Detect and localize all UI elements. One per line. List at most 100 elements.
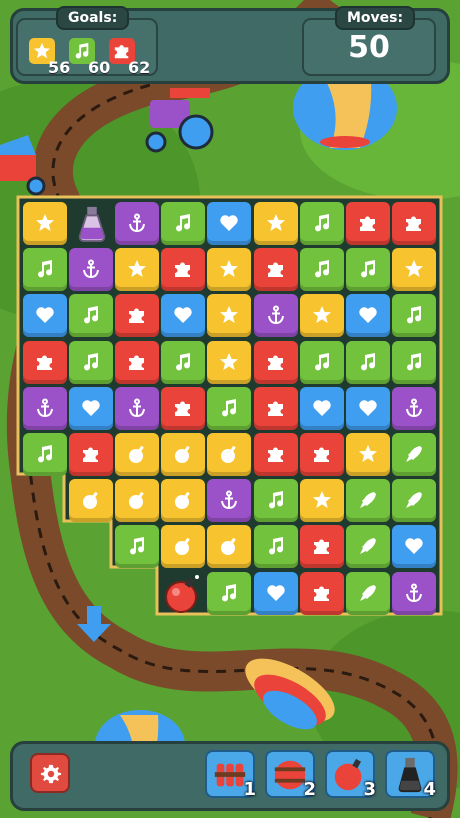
star-tile[interactable]	[207, 340, 252, 384]
anchor-tile[interactable]	[69, 248, 114, 292]
music-note-icon	[176, 352, 191, 370]
star-tile[interactable]	[299, 294, 344, 338]
heart-tile[interactable]	[345, 294, 390, 338]
anchor-tile[interactable]	[391, 386, 436, 430]
music-note-icon	[222, 583, 237, 601]
bomb-tile[interactable]	[161, 572, 205, 615]
star-tile[interactable]	[345, 433, 390, 476]
music-tile[interactable]	[207, 386, 252, 430]
music-note-icon	[268, 491, 283, 509]
anchor-tile[interactable]	[207, 479, 252, 523]
puzzle-icon	[175, 262, 191, 278]
puzzle-tile[interactable]	[253, 248, 298, 292]
puzzle-icon	[267, 262, 283, 278]
heart-tile[interactable]	[391, 525, 436, 569]
puzzle-tile[interactable]	[299, 525, 344, 569]
anchor-tile[interactable]	[115, 202, 160, 245]
bomb-tile[interactable]	[207, 525, 252, 569]
music-tile[interactable]	[299, 202, 344, 245]
potion-tile[interactable]	[69, 202, 113, 245]
puzzle-tile[interactable]	[345, 202, 390, 245]
anchor-icon	[129, 398, 146, 417]
bomb-tile[interactable]	[207, 433, 252, 476]
bomb-icon	[175, 445, 191, 463]
puzzle-tile[interactable]	[299, 571, 344, 615]
music-tile[interactable]	[345, 248, 390, 292]
music-tile[interactable]	[161, 202, 206, 245]
star-tile[interactable]	[299, 479, 344, 523]
puzzle-tile[interactable]	[253, 433, 298, 476]
rocket-tile[interactable]	[345, 571, 390, 615]
puzzle-tile[interactable]	[391, 202, 436, 245]
music-tile[interactable]	[299, 340, 344, 384]
music-note-icon	[222, 398, 237, 417]
music-tile[interactable]	[299, 248, 344, 292]
puzzle-tile[interactable]	[115, 294, 160, 338]
settings-button[interactable]	[30, 753, 70, 793]
anchor-tile[interactable]	[253, 294, 298, 338]
music-tile[interactable]	[345, 340, 390, 384]
bomb-tile[interactable]	[161, 525, 206, 569]
anchor-tile[interactable]	[391, 571, 436, 615]
bomb-tile[interactable]	[161, 479, 206, 523]
music-tile[interactable]	[69, 340, 114, 384]
rocket-tile[interactable]	[345, 479, 390, 523]
music-tile[interactable]	[161, 340, 206, 384]
puzzle-icon	[267, 355, 283, 370]
anchor-tile[interactable]	[23, 386, 67, 430]
music-tile[interactable]	[391, 294, 436, 338]
puzzle-icon	[267, 447, 283, 462]
heart-icon	[266, 584, 285, 601]
puzzle-icon	[359, 216, 375, 231]
bomb-tile[interactable]	[161, 433, 206, 476]
heart-tile[interactable]	[23, 294, 67, 338]
puzzle-tile[interactable]	[69, 433, 114, 476]
music-tile[interactable]	[23, 433, 67, 476]
bomb-tile[interactable]	[69, 479, 114, 523]
heart-tile[interactable]	[161, 294, 206, 338]
star-tile[interactable]	[253, 202, 298, 245]
booster-potion-button[interactable]: 4	[385, 750, 436, 800]
rocket-tile[interactable]	[391, 479, 436, 523]
star-tile[interactable]	[207, 248, 252, 292]
heart-icon	[82, 400, 100, 416]
heart-tile[interactable]	[207, 202, 252, 245]
booster-barrel-count: 2	[303, 779, 316, 800]
heart-tile[interactable]	[69, 386, 114, 430]
music-tile[interactable]	[207, 571, 252, 615]
music-tile[interactable]	[391, 340, 436, 384]
puzzle-tile[interactable]	[161, 386, 206, 430]
puzzle-tile[interactable]	[161, 248, 206, 292]
puzzle-tile[interactable]	[299, 433, 344, 476]
puzzle-tile[interactable]	[23, 340, 67, 384]
booster-bomb-button[interactable]: 3	[325, 750, 376, 800]
star-tile[interactable]	[23, 202, 67, 245]
music-note-icon	[38, 260, 53, 278]
rocket-tile[interactable]	[345, 525, 390, 569]
booster-barrel-button[interactable]: 2	[265, 750, 316, 800]
music-tile[interactable]	[69, 294, 114, 338]
music-tile[interactable]	[253, 525, 298, 569]
star-tile[interactable]	[115, 248, 160, 292]
rocket-tile[interactable]	[391, 433, 436, 476]
star-icon	[358, 445, 377, 462]
music-tile[interactable]	[23, 248, 67, 292]
puzzle-tile[interactable]	[115, 340, 160, 384]
star-icon	[266, 214, 285, 231]
puzzle-tile[interactable]	[253, 386, 298, 430]
anchor-tile[interactable]	[115, 386, 160, 430]
heart-tile[interactable]	[253, 571, 298, 615]
bomb-tile[interactable]	[115, 479, 160, 523]
star-tile[interactable]	[391, 248, 436, 292]
music-tile[interactable]	[115, 525, 160, 569]
heart-tile[interactable]	[299, 386, 344, 430]
puzzle-icon	[175, 401, 191, 416]
music-tile[interactable]	[253, 479, 298, 523]
music-note-icon	[176, 214, 191, 232]
star-tile[interactable]	[207, 294, 252, 338]
booster-dynamite-button[interactable]: 1	[205, 750, 256, 800]
puzzle-icon	[313, 586, 329, 601]
puzzle-tile[interactable]	[253, 340, 298, 384]
bomb-tile[interactable]	[115, 433, 160, 476]
heart-tile[interactable]	[345, 386, 390, 430]
